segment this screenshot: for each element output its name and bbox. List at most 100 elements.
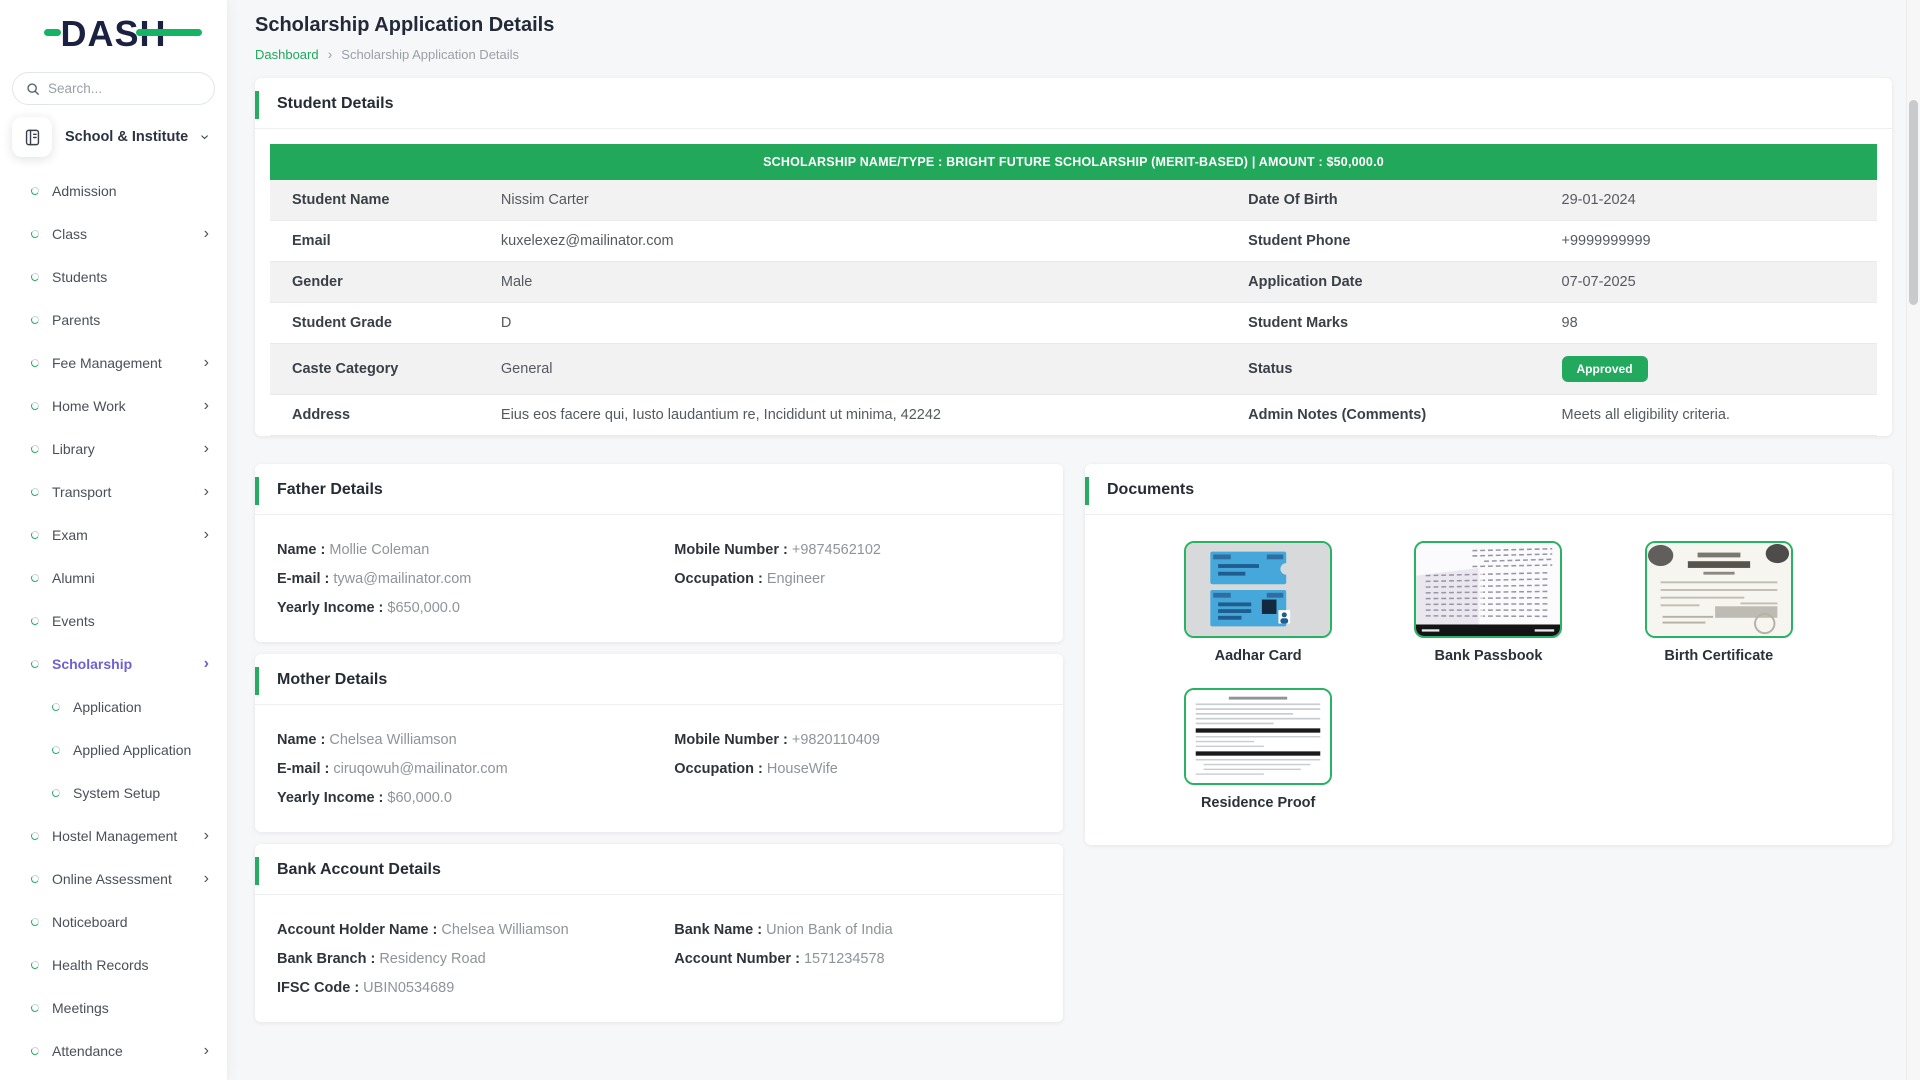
sidebar-item-exam[interactable]: Exam ›: [0, 513, 227, 556]
sidebar-item-label: Home Work: [52, 398, 204, 414]
scrollbar-thumb[interactable]: [1909, 100, 1918, 305]
logo-accent-right: [136, 29, 202, 36]
info-field: Mobile Number :+9820110409: [674, 730, 1041, 750]
sidebar-item-online-assessment[interactable]: Online Assessment ›: [0, 857, 227, 900]
bullet-ring-icon: [51, 788, 60, 797]
row-value: Eius eos facere qui, Iusto laudantium re…: [479, 395, 1226, 436]
bullet-ring-icon: [30, 1003, 39, 1012]
sidebar-item-home-work[interactable]: Home Work ›: [0, 384, 227, 427]
field-label: Account Number :: [674, 951, 800, 967]
field-label: Mobile Number :: [674, 732, 788, 748]
chevron-down-icon: ›: [195, 134, 213, 139]
field-value: tywa@mailinator.com: [333, 571, 471, 587]
chevron-right-icon: ›: [204, 398, 209, 414]
row-label: Email: [270, 221, 479, 262]
bullet-ring-icon: [30, 616, 39, 625]
sidebar-item-label: Fee Management: [52, 355, 204, 371]
field-label: Account Holder Name :: [277, 922, 437, 938]
sidebar-item-noticeboard[interactable]: Noticeboard: [0, 900, 227, 943]
bullet-ring-icon: [30, 874, 39, 883]
residence-proof-thumbnail[interactable]: [1184, 688, 1332, 785]
breadcrumb: Dashboard › Scholarship Application Deta…: [255, 46, 1892, 62]
mother-details-card-title: Mother Details: [255, 654, 1063, 705]
sidebar-item-attendance[interactable]: Attendance ›: [0, 1029, 227, 1072]
row-label: Caste Category: [270, 344, 479, 395]
field-value: Residency Road: [379, 951, 485, 967]
sidebar-item-label: Hostel Management: [52, 828, 204, 844]
bullet-ring-icon: [30, 831, 39, 840]
document-bank-passbook[interactable]: Bank Passbook: [1414, 541, 1562, 664]
sidebar-item-label: Online Assessment: [52, 871, 204, 887]
scrollbar-track[interactable]: [1906, 0, 1920, 1080]
app-logo[interactable]: DASH: [0, 0, 227, 68]
table-row: Email kuxelexez@mailinator.com Student P…: [270, 221, 1877, 262]
info-field: Name :Mollie Coleman: [277, 540, 674, 560]
sidebar-item-transport[interactable]: Transport ›: [0, 470, 227, 513]
sidebar-item-applied-application[interactable]: Applied Application: [0, 728, 227, 771]
row-value: kuxelexez@mailinator.com: [479, 221, 1226, 262]
breadcrumb-current: Scholarship Application Details: [341, 47, 519, 62]
sidebar-item-label: Admission: [52, 183, 209, 199]
field-value: 1571234578: [804, 951, 885, 967]
sidebar-item-scholarship[interactable]: Scholarship ›: [0, 642, 227, 685]
scholarship-banner: SCHOLARSHIP NAME/TYPE : BRIGHT FUTURE SC…: [270, 144, 1877, 180]
sidebar-item-admission[interactable]: Admission: [0, 169, 227, 212]
sidebar-item-meetings[interactable]: Meetings: [0, 986, 227, 1029]
sidebar-item-class[interactable]: Class ›: [0, 212, 227, 255]
sidebar-item-parents[interactable]: Parents: [0, 298, 227, 341]
sidebar-item-application[interactable]: Application: [0, 685, 227, 728]
table-row: Caste Category General Status Approved: [270, 344, 1877, 395]
sidebar-item-fee-management[interactable]: Fee Management ›: [0, 341, 227, 384]
sidebar-item-library[interactable]: Library ›: [0, 427, 227, 470]
field-value: Engineer: [767, 571, 825, 587]
sidebar-item-label: Exam: [52, 527, 204, 543]
sidebar-item-label: Transport: [52, 484, 204, 500]
sidebar-item-hostel-management[interactable]: Hostel Management ›: [0, 814, 227, 857]
field-value: ciruqowuh@mailinator.com: [333, 761, 507, 777]
row-label: Application Date: [1226, 262, 1539, 303]
document-label: Residence Proof: [1201, 795, 1315, 811]
document-residence-proof[interactable]: Residence Proof: [1184, 688, 1332, 811]
breadcrumb-dashboard-link[interactable]: Dashboard: [255, 47, 319, 62]
info-field: Occupation :Engineer: [674, 569, 1041, 589]
field-label: Name :: [277, 732, 325, 748]
sidebar-item-alumni[interactable]: Alumni: [0, 556, 227, 599]
row-label: Student Grade: [270, 303, 479, 344]
field-value: +9820110409: [792, 732, 880, 748]
table-row: Student Grade D Student Marks 98: [270, 303, 1877, 344]
sidebar-item-events[interactable]: Events: [0, 599, 227, 642]
sidebar-item-label: Students: [52, 269, 209, 285]
bullet-ring-icon: [30, 659, 39, 668]
document-birth-certificate[interactable]: Birth Certificate: [1645, 541, 1793, 664]
bank-passbook-thumbnail[interactable]: [1414, 541, 1562, 638]
sidebar-section-school-institute[interactable]: School & Institute ›: [12, 117, 215, 157]
aadhar-card-thumbnail[interactable]: [1184, 541, 1332, 638]
row-label: Gender: [270, 262, 479, 303]
student-details-table: SCHOLARSHIP NAME/TYPE : BRIGHT FUTURE SC…: [270, 144, 1877, 436]
document-aadhar-card[interactable]: Aadhar Card: [1184, 541, 1332, 664]
father-details-card: Father Details Name :Mollie Coleman E-ma…: [255, 464, 1063, 642]
row-value: General: [479, 344, 1226, 395]
bullet-ring-icon: [51, 745, 60, 754]
search-input[interactable]: [48, 81, 201, 96]
sidebar-item-label: Events: [52, 613, 209, 629]
mother-details-card: Mother Details Name :Chelsea Williamson …: [255, 654, 1063, 832]
search-box[interactable]: [12, 72, 215, 105]
info-field: IFSC Code :UBIN0534689: [277, 978, 674, 998]
sidebar-item-system-setup[interactable]: System Setup: [0, 771, 227, 814]
father-details-card-title: Father Details: [255, 464, 1063, 515]
birth-certificate-thumbnail[interactable]: [1645, 541, 1793, 638]
field-value: Chelsea Williamson: [441, 922, 568, 938]
document-label: Aadhar Card: [1215, 648, 1302, 664]
chevron-right-icon: ›: [204, 355, 209, 371]
main-content: Scholarship Application Details Dashboar…: [228, 0, 1920, 1080]
row-value: 07-07-2025: [1540, 262, 1877, 303]
sidebar-item-health-records[interactable]: Health Records: [0, 943, 227, 986]
row-value: Nissim Carter: [479, 180, 1226, 221]
book-icon: [12, 117, 52, 157]
info-field: Account Number :1571234578: [674, 949, 1041, 969]
sidebar-item-students[interactable]: Students: [0, 255, 227, 298]
chevron-right-icon: ›: [204, 484, 209, 500]
bullet-ring-icon: [30, 917, 39, 926]
chevron-right-icon: ›: [204, 226, 209, 242]
